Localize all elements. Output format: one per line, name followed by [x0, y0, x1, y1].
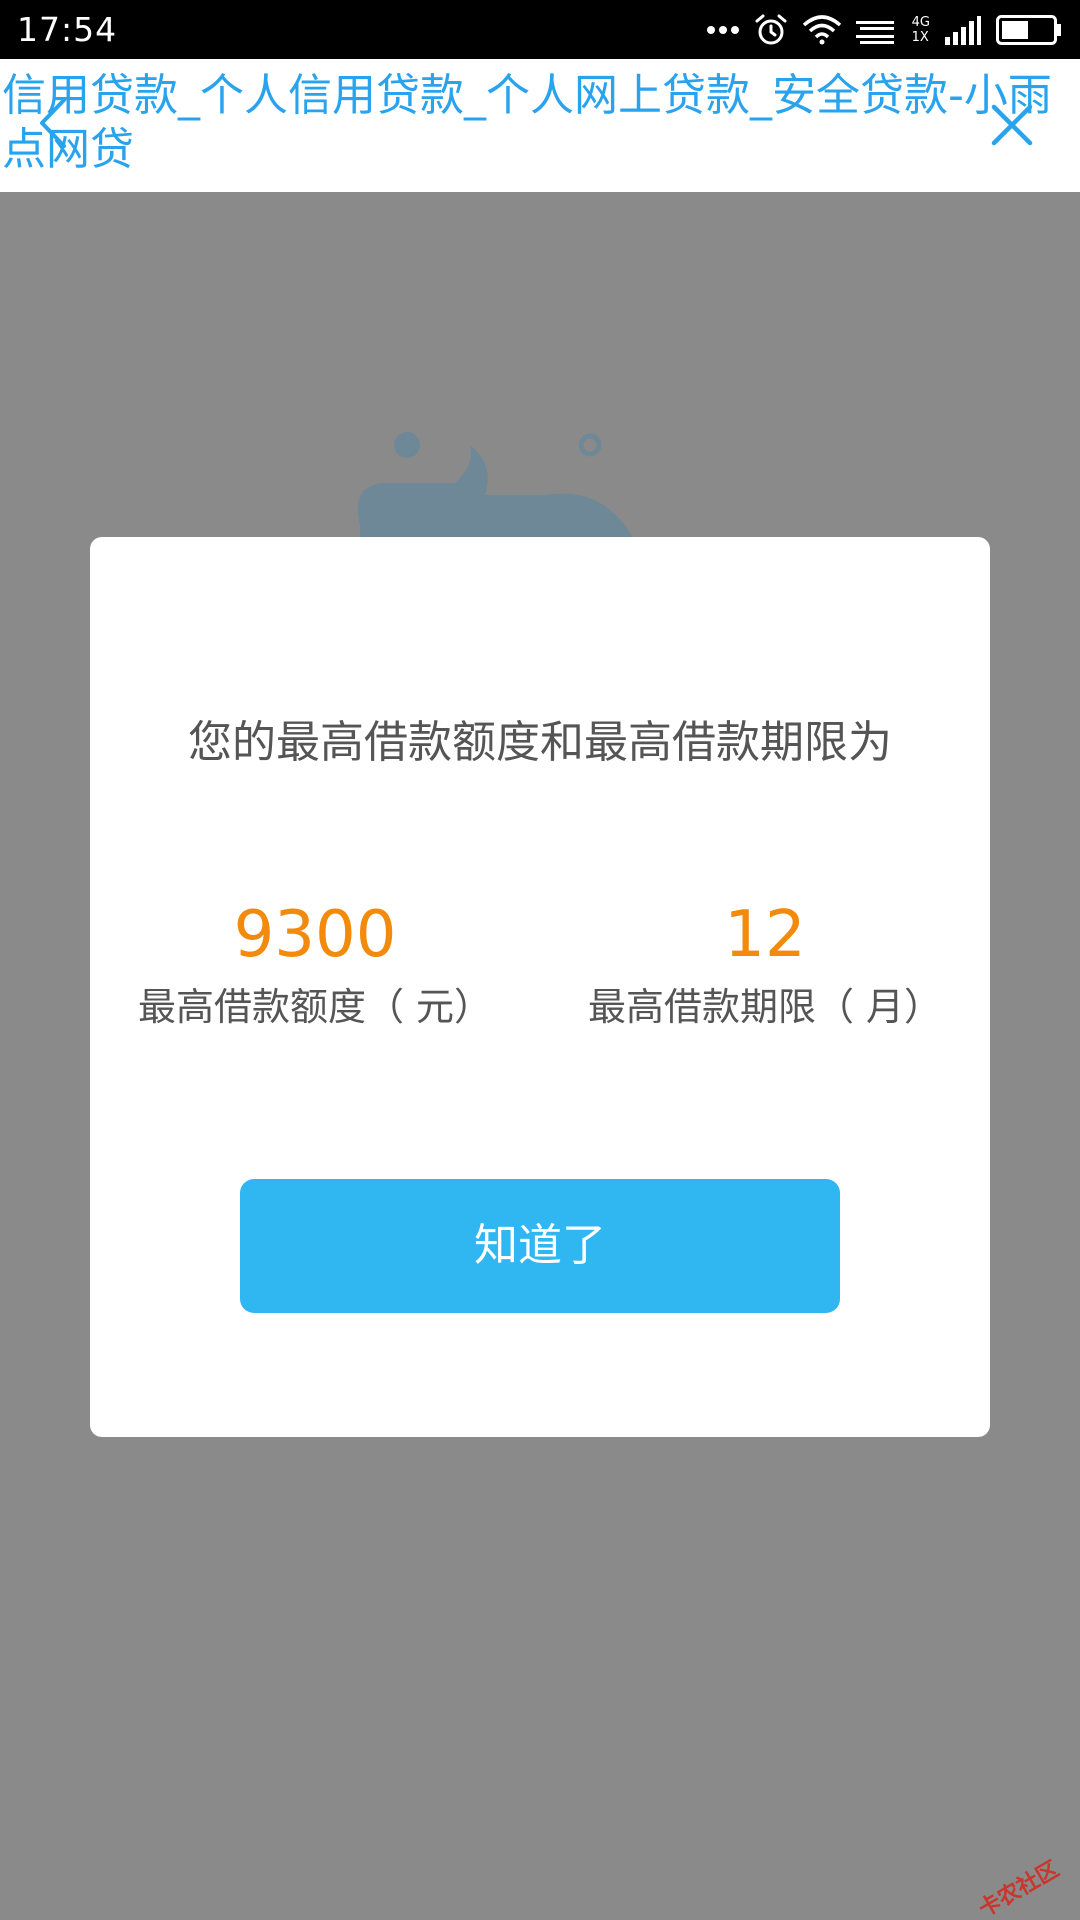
- battery-icon: [996, 15, 1061, 45]
- max-term-value: 12: [724, 898, 806, 972]
- page-title: 信用贷款_个人信用贷款_个人网上贷款_安全贷款-小雨点网贷: [2, 70, 1052, 175]
- web-title-bar: 信用贷款_个人信用贷款_个人网上贷款_安全贷款-小雨点网贷: [0, 59, 1080, 192]
- limit-dialog: 您的最高借款额度和最高借款期限为 9300 最高借款额度（ 元） 12 最高借款…: [90, 537, 990, 1437]
- background-illustration: [357, 432, 635, 541]
- status-icons: 4G 1X: [706, 10, 1062, 50]
- max-amount-value: 9300: [233, 898, 397, 972]
- alarm-icon: [755, 14, 787, 45]
- watermark: 卡农社区: [974, 1856, 1064, 1920]
- screen: 17:54 4G 1X 信用贷款_个人信用贷款_个人网上贷款_安全贷款-小雨点网…: [0, 0, 1080, 1920]
- more-dots-icon: [706, 26, 739, 34]
- close-icon[interactable]: [988, 101, 1036, 149]
- got-it-button[interactable]: 知道了: [240, 1179, 840, 1313]
- dialog-heading: 您的最高借款额度和最高借款期限为: [188, 717, 892, 768]
- max-term-stat: 12 最高借款期限（ 月）: [540, 897, 990, 1031]
- signal-icon: [945, 16, 981, 45]
- signal-bars-icon: [855, 21, 894, 44]
- wifi-icon: [802, 15, 841, 45]
- max-amount-label: 最高借款额度（ 元）: [137, 985, 493, 1029]
- max-amount-stat: 9300 最高借款额度（ 元）: [90, 897, 540, 1031]
- max-term-label: 最高借款期限（ 月）: [587, 985, 943, 1029]
- back-icon[interactable]: [34, 96, 74, 150]
- network-type-top: 4G: [911, 15, 930, 30]
- network-type-bottom: 1X: [911, 30, 929, 45]
- status-time: 17:54: [17, 10, 118, 49]
- status-bar: 17:54 4G 1X: [0, 0, 1080, 59]
- network-type: 4G 1X: [912, 15, 930, 45]
